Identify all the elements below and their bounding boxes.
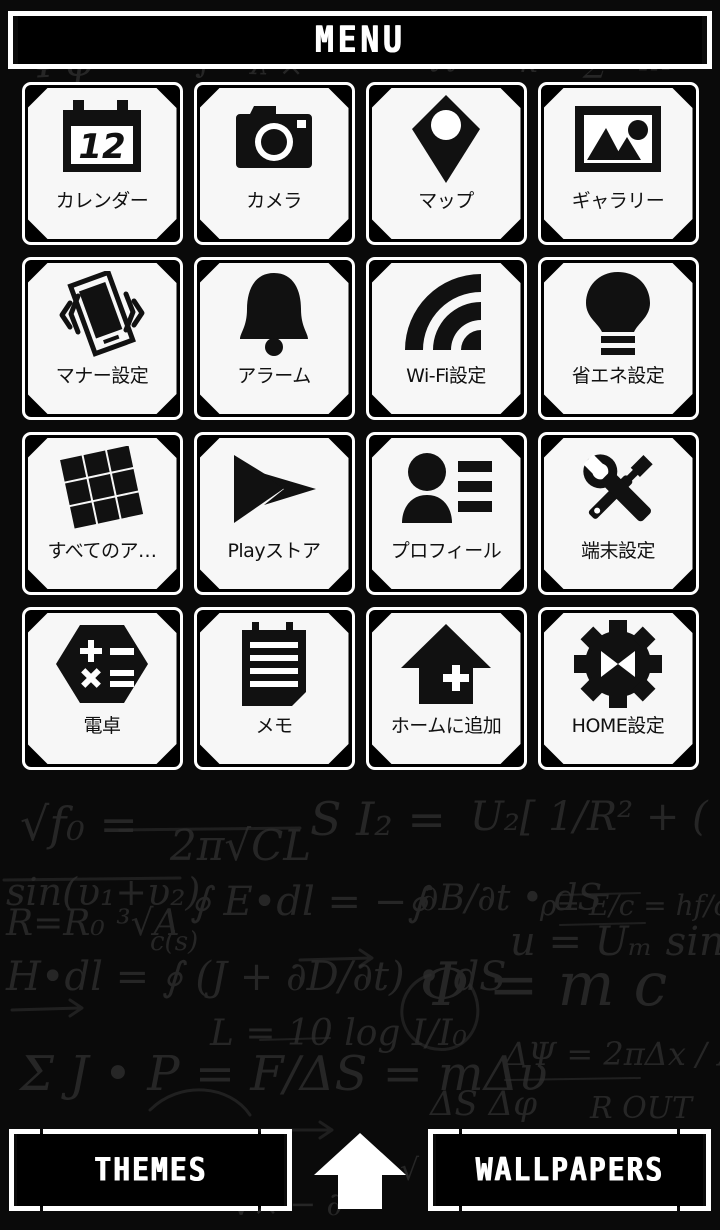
app-tile-play-store[interactable]: Playストア <box>193 432 355 595</box>
app-tile-label: Playストア <box>227 540 321 562</box>
wallpapers-button[interactable]: WALLPAPERS <box>428 1128 711 1211</box>
bell-icon <box>200 263 349 365</box>
lightbulb-icon <box>544 263 693 365</box>
app-tile-label: 端末設定 <box>580 540 655 562</box>
vibrate-phone-icon <box>28 263 177 365</box>
app-tile-label: HOME設定 <box>571 715 665 737</box>
app-tile-profile[interactable]: プロフィール <box>365 432 527 595</box>
themes-button-label: THEMES <box>93 1150 208 1189</box>
app-tile-label: メモ <box>255 715 293 737</box>
profile-person-icon <box>372 438 521 540</box>
all-apps-grid-icon <box>28 438 177 540</box>
calculator-hexagon-icon <box>28 613 177 715</box>
app-tile-all-apps[interactable]: すべてのア… <box>21 432 183 595</box>
app-tile-add-to-home[interactable]: ホームに追加 <box>365 607 527 770</box>
bottom-bar: THEMES WALLPAPERS <box>0 1118 720 1230</box>
menu-header: MENU <box>8 11 712 69</box>
menu-header-bar: MENU <box>18 15 702 65</box>
wifi-icon <box>372 263 521 365</box>
calendar-icon: 12 <box>28 88 177 190</box>
app-tile-label: プロフィール <box>390 540 502 562</box>
map-pin-icon <box>372 88 521 190</box>
memo-notepad-icon <box>200 613 349 715</box>
app-tile-wifi[interactable]: Wi-Fi設定 <box>365 257 527 420</box>
app-tile-label: マナー設定 <box>55 365 149 387</box>
app-tile-calendar[interactable]: 12 カレンダー <box>21 82 183 245</box>
app-icon-grid: 12 カレンダー カメラ マップ ギャラリー マナー設定 アラーム Wi-Fi設… <box>0 82 720 774</box>
app-tile-manner-mode[interactable]: マナー設定 <box>21 257 183 420</box>
app-tile-memo[interactable]: メモ <box>193 607 355 770</box>
tools-wrench-screwdriver-icon <box>544 438 693 540</box>
app-tile-power-save[interactable]: 省エネ設定 <box>537 257 699 420</box>
themes-button[interactable]: THEMES <box>9 1128 292 1211</box>
add-to-home-house-plus-icon <box>372 613 521 715</box>
app-tile-alarm[interactable]: アラーム <box>193 257 355 420</box>
app-tile-calculator[interactable]: 電卓 <box>21 607 183 770</box>
app-tile-label: カメラ <box>246 190 302 212</box>
wallpapers-button-label: WALLPAPERS <box>475 1150 664 1189</box>
page-title: MENU <box>314 18 406 62</box>
app-tile-label: 省エネ設定 <box>571 365 665 387</box>
svg-text:12: 12 <box>78 127 125 167</box>
app-tile-label: ギャラリー <box>571 190 665 212</box>
gallery-icon <box>544 88 693 190</box>
camera-icon <box>200 88 349 190</box>
play-store-icon <box>200 438 349 540</box>
app-tile-label: すべてのア… <box>47 540 157 562</box>
app-tile-device-settings[interactable]: 端末設定 <box>537 432 699 595</box>
app-tile-label: 電卓 <box>83 715 121 737</box>
app-tile-label: Wi-Fi設定 <box>406 365 486 387</box>
app-tile-label: アラーム <box>237 365 311 387</box>
home-settings-gear-icon <box>544 613 693 715</box>
app-tile-map[interactable]: マップ <box>365 82 527 245</box>
app-tile-label: マップ <box>418 190 474 212</box>
app-tile-gallery[interactable]: ギャラリー <box>537 82 699 245</box>
home-button[interactable] <box>305 1129 415 1211</box>
app-tile-home-settings[interactable]: HOME設定 <box>537 607 699 770</box>
app-tile-label: カレンダー <box>55 190 149 212</box>
up-arrow-home-icon <box>314 1132 406 1209</box>
app-tile-camera[interactable]: カメラ <box>193 82 355 245</box>
app-tile-label: ホームに追加 <box>390 715 502 737</box>
